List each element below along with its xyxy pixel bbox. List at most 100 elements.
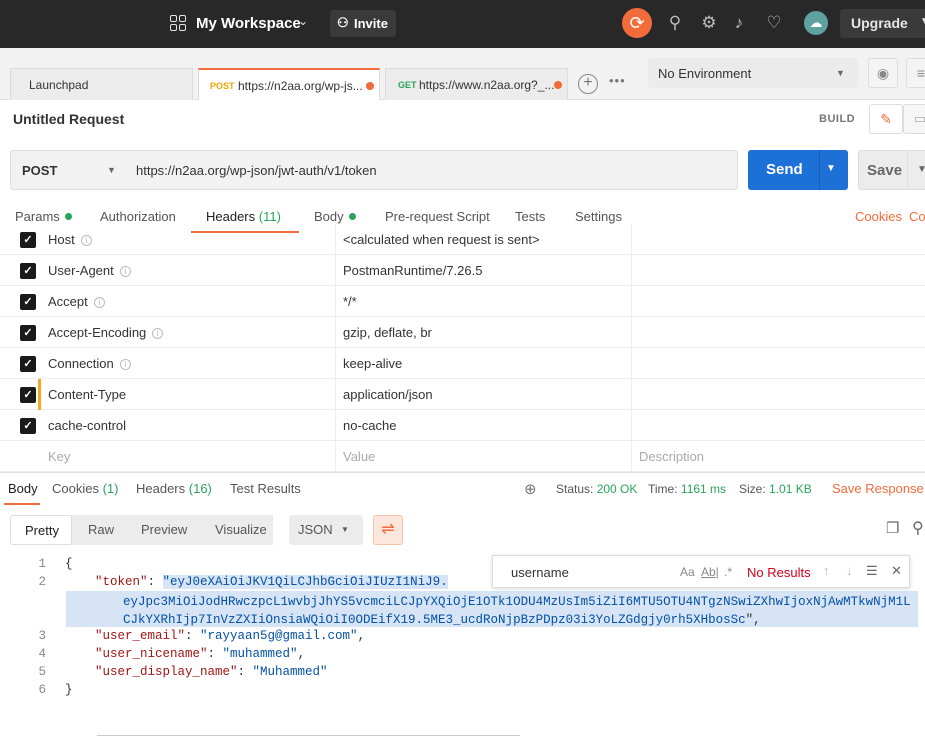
info-icon[interactable]: i <box>152 328 164 339</box>
header-enabled-checkbox[interactable]: ✓ <box>20 294 36 310</box>
satellite-icon[interactable]: ⚲ <box>665 13 685 33</box>
language-select[interactable]: JSON ▼ <box>289 515 363 545</box>
json-key: "user_email" <box>95 629 186 643</box>
find-in-selection-icon[interactable]: ☰ <box>866 563 878 579</box>
new-value-input[interactable]: Value <box>343 449 375 464</box>
tab-tests[interactable]: Tests <box>515 209 545 224</box>
tab-pre-request-script[interactable]: Pre-request Script <box>385 209 490 224</box>
header-key[interactable]: Content-Type <box>48 387 126 402</box>
preview-button[interactable]: Preview <box>131 515 201 545</box>
chevron-down-icon[interactable]: ⌄ <box>298 14 308 28</box>
tab-response-body[interactable]: Body <box>8 481 38 496</box>
request-title[interactable]: Untitled Request <box>13 111 124 127</box>
header-key[interactable]: Accept i <box>48 294 105 309</box>
save-response-button[interactable]: Save Response <box>832 481 924 496</box>
header-key[interactable]: Accept-Encoding i <box>48 325 164 340</box>
raw-button[interactable]: Raw <box>78 515 122 545</box>
close-icon[interactable]: ✕ <box>891 563 902 579</box>
header-key[interactable]: Host i <box>48 232 92 247</box>
save-button[interactable]: Save ▼ <box>858 150 925 190</box>
header-value[interactable]: gzip, deflate, br <box>343 325 432 340</box>
build-label: BUILD <box>819 113 856 125</box>
header-key[interactable]: User-Agent i <box>48 263 131 278</box>
tab-authorization[interactable]: Authorization <box>100 209 176 224</box>
arrow-down-icon[interactable]: ↓ <box>846 563 853 578</box>
workspace-grid-icon[interactable] <box>170 15 186 31</box>
tab-method: POST <box>210 81 235 91</box>
tab-headers[interactable]: Headers (11) <box>206 209 281 224</box>
globe-icon[interactable]: ⊕ <box>524 480 537 498</box>
header-row-new: Key Value Description <box>0 441 925 472</box>
add-tab-plus-icon[interactable]: + <box>578 74 598 94</box>
notification-bell-icon[interactable]: ♪ <box>729 13 749 33</box>
header-enabled-checkbox[interactable]: ✓ <box>20 418 36 434</box>
wrap-lines-icon[interactable]: ⇌ <box>373 515 403 545</box>
chevron-down-icon[interactable]: ▼ <box>826 163 836 174</box>
json-string[interactable]: "eyJ0eXAiOiJKV1QiLCJhbGciOiJIUzI1NiJ9. <box>162 575 448 589</box>
settings-gear-icon[interactable]: ⚙ <box>699 13 719 33</box>
tab-launchpad[interactable]: Launchpad <box>10 68 193 100</box>
comment-icon[interactable]: ▭ <box>903 104 925 134</box>
eye-icon[interactable]: ◉ <box>868 58 898 88</box>
new-description-input[interactable]: Description <box>639 449 704 464</box>
header-value[interactable]: PostmanRuntime/7.26.5 <box>343 263 482 278</box>
avatar[interactable]: ☁ <box>804 11 828 35</box>
more-tabs-ellipsis-icon[interactable]: ••• <box>609 73 626 88</box>
regex-toggle[interactable]: .* <box>724 565 732 579</box>
tab-params[interactable]: Params <box>15 209 72 224</box>
environment-select[interactable]: No Environment ▼ <box>648 58 858 88</box>
pretty-button[interactable]: Pretty <box>10 515 72 545</box>
invite-button[interactable]: ⚇ Invite <box>330 10 396 37</box>
json-string[interactable]: "muhammed" <box>223 647 298 661</box>
json-string[interactable]: "Muhammed" <box>253 665 328 679</box>
sliders-icon[interactable]: ≡ <box>906 58 925 88</box>
header-row: ✓ Accept i */* <box>0 286 925 317</box>
tab-test-results[interactable]: Test Results <box>230 481 301 496</box>
json-string[interactable]: "rayyaan5g@gmail.com" <box>200 629 358 643</box>
whole-word-toggle[interactable]: Ab| <box>701 565 719 579</box>
header-key-text: Host <box>48 232 75 247</box>
cookies-link[interactable]: Cookies <box>855 209 902 224</box>
info-icon[interactable]: i <box>119 359 131 370</box>
json-colon: : <box>185 629 201 643</box>
visualize-button[interactable]: Visualize <box>205 515 273 545</box>
url-input[interactable]: https://n2aa.org/wp-json/jwt-auth/v1/tok… <box>125 150 738 190</box>
header-key[interactable]: Connection i <box>48 356 131 371</box>
header-value[interactable]: no-cache <box>343 418 396 433</box>
tab-post-request[interactable]: POST https://n2aa.org/wp-js... <box>198 68 380 100</box>
tab-body[interactable]: Body <box>314 209 356 224</box>
header-value[interactable]: application/json <box>343 387 433 402</box>
send-button[interactable]: Send ▼ <box>748 150 848 190</box>
tab-response-headers[interactable]: Headers (16) <box>136 481 212 496</box>
header-enabled-checkbox[interactable]: ✓ <box>20 387 36 403</box>
edit-pencil-icon[interactable]: ✎ <box>869 104 903 134</box>
code-link[interactable]: Co <box>909 209 925 224</box>
sync-icon[interactable]: ⟳ <box>622 8 652 38</box>
copy-icon[interactable]: ❐ <box>886 519 899 537</box>
json-string[interactable]: eyJpc3MiOiJodHRwczpcL1wvbjJhYS5vcmciLCJp… <box>123 595 911 627</box>
tab-get-request[interactable]: GET https://www.n2aa.org?_... <box>385 68 568 100</box>
heart-icon[interactable]: ♡ <box>764 13 784 33</box>
chevron-down-icon[interactable]: ▼ <box>917 164 925 175</box>
header-enabled-checkbox[interactable]: ✓ <box>20 325 36 341</box>
arrow-up-icon[interactable]: ↑ <box>823 563 830 578</box>
search-icon[interactable]: ⚲ <box>912 518 924 538</box>
info-icon[interactable]: i <box>93 297 105 308</box>
find-input[interactable]: username <box>511 565 569 580</box>
new-key-input[interactable]: Key <box>48 449 70 464</box>
header-enabled-checkbox[interactable]: ✓ <box>20 356 36 372</box>
header-enabled-checkbox[interactable]: ✓ <box>20 232 36 248</box>
match-case-toggle[interactable]: Aa <box>680 565 695 579</box>
workspace-title[interactable]: My Workspace <box>196 15 301 32</box>
header-value[interactable]: <calculated when request is sent> <box>343 232 540 247</box>
header-value[interactable]: keep-alive <box>343 356 402 371</box>
header-value[interactable]: */* <box>343 294 357 309</box>
tab-settings[interactable]: Settings <box>575 209 622 224</box>
method-select[interactable]: POST ▼ <box>10 150 126 190</box>
upgrade-button[interactable]: Upgrade ▼ <box>840 9 925 38</box>
header-enabled-checkbox[interactable]: ✓ <box>20 263 36 279</box>
info-icon[interactable]: i <box>119 266 131 277</box>
info-icon[interactable]: i <box>80 235 92 246</box>
tab-response-cookies[interactable]: Cookies (1) <box>52 481 118 496</box>
header-key[interactable]: cache-control <box>48 418 126 433</box>
